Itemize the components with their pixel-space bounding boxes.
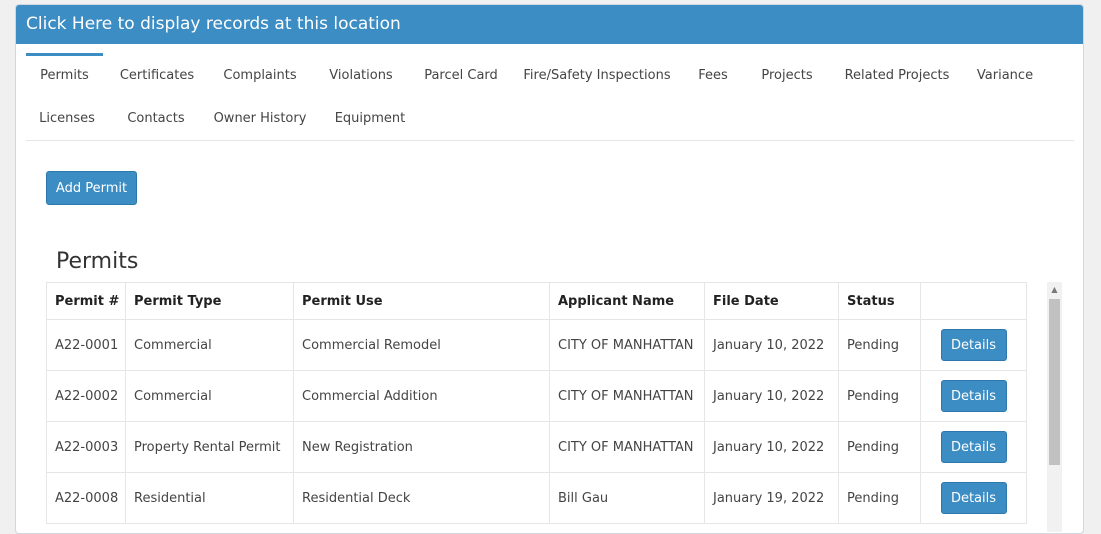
column-header-permit-number[interactable]: Permit # bbox=[46, 282, 126, 320]
details-button[interactable]: Details bbox=[940, 482, 1007, 514]
actions-cell: Details bbox=[920, 370, 1027, 422]
tab-complaints[interactable]: Complaints bbox=[218, 53, 302, 96]
table-scrollbar[interactable]: ▲ bbox=[1047, 282, 1062, 532]
tab-projects[interactable]: Projects bbox=[753, 53, 821, 96]
file-date-cell: January 10, 2022 bbox=[704, 319, 839, 371]
actions-cell: Details bbox=[920, 472, 1027, 524]
tab-related-projects[interactable]: Related Projects bbox=[839, 53, 955, 96]
file-date-cell: January 10, 2022 bbox=[704, 370, 839, 422]
tab-contacts[interactable]: Contacts bbox=[120, 96, 192, 139]
applicant-name-cell: CITY OF MANHATTAN bbox=[549, 421, 705, 473]
column-header-actions bbox=[920, 282, 1027, 320]
tab-licenses[interactable]: Licenses bbox=[26, 96, 108, 139]
details-button[interactable]: Details bbox=[940, 431, 1007, 463]
tab-equipment[interactable]: Equipment bbox=[329, 96, 411, 139]
table-row: A22-0001 Commercial Commercial Remodel C… bbox=[46, 319, 1027, 371]
tab-permits[interactable]: Permits bbox=[26, 53, 103, 96]
permits-section-title: Permits bbox=[56, 249, 139, 274]
details-button[interactable]: Details bbox=[940, 380, 1007, 412]
details-button[interactable]: Details bbox=[940, 329, 1007, 361]
tab-owner-history[interactable]: Owner History bbox=[210, 96, 310, 139]
tab-fire-safety-inspections[interactable]: Fire/Safety Inspections bbox=[521, 53, 673, 96]
table-row: A22-0002 Commercial Commercial Addition … bbox=[46, 370, 1027, 422]
location-records-panel: Click Here to display records at this lo… bbox=[15, 4, 1084, 534]
display-records-header-link[interactable]: Click Here to display records at this lo… bbox=[16, 5, 1083, 44]
actions-cell: Details bbox=[920, 319, 1027, 371]
table-row: A22-0003 Property Rental Permit New Regi… bbox=[46, 421, 1027, 473]
permits-table: Permit # Permit Type Permit Use Applican… bbox=[46, 282, 1027, 524]
triangle-up-icon[interactable]: ▲ bbox=[1047, 282, 1062, 298]
permit-number-cell: A22-0008 bbox=[46, 472, 126, 524]
tab-certificates[interactable]: Certificates bbox=[113, 53, 201, 96]
column-header-applicant-name[interactable]: Applicant Name bbox=[549, 282, 705, 320]
record-tabs: Permits Certificates Complaints Violatio… bbox=[26, 53, 1074, 141]
permit-type-cell: Commercial bbox=[125, 370, 294, 422]
tab-variance[interactable]: Variance bbox=[973, 53, 1037, 96]
status-cell: Pending bbox=[838, 421, 921, 473]
permit-type-cell: Property Rental Permit bbox=[125, 421, 294, 473]
column-header-status[interactable]: Status bbox=[838, 282, 921, 320]
status-cell: Pending bbox=[838, 370, 921, 422]
applicant-name-cell: CITY OF MANHATTAN bbox=[549, 319, 705, 371]
tab-violations[interactable]: Violations bbox=[321, 53, 401, 96]
column-header-permit-use[interactable]: Permit Use bbox=[293, 282, 550, 320]
permit-number-cell: A22-0002 bbox=[46, 370, 126, 422]
scrollbar-thumb[interactable] bbox=[1049, 299, 1060, 465]
applicant-name-cell: CITY OF MANHATTAN bbox=[549, 370, 705, 422]
permit-number-cell: A22-0003 bbox=[46, 421, 126, 473]
table-row: A22-0008 Residential Residential Deck Bi… bbox=[46, 472, 1027, 524]
status-cell: Pending bbox=[838, 472, 921, 524]
column-header-permit-type[interactable]: Permit Type bbox=[125, 282, 294, 320]
file-date-cell: January 19, 2022 bbox=[704, 472, 839, 524]
tab-fees[interactable]: Fees bbox=[691, 53, 735, 96]
column-header-file-date[interactable]: File Date bbox=[704, 282, 839, 320]
status-cell: Pending bbox=[838, 319, 921, 371]
tab-parcel-card[interactable]: Parcel Card bbox=[419, 53, 503, 96]
permit-use-cell: Commercial Remodel bbox=[293, 319, 550, 371]
table-header-row: Permit # Permit Type Permit Use Applican… bbox=[46, 282, 1027, 320]
permit-number-cell: A22-0001 bbox=[46, 319, 126, 371]
add-permit-button[interactable]: Add Permit bbox=[46, 171, 137, 205]
applicant-name-cell: Bill Gau bbox=[549, 472, 705, 524]
permit-use-cell: Residential Deck bbox=[293, 472, 550, 524]
permit-use-cell: New Registration bbox=[293, 421, 550, 473]
permit-type-cell: Commercial bbox=[125, 319, 294, 371]
file-date-cell: January 10, 2022 bbox=[704, 421, 839, 473]
permit-type-cell: Residential bbox=[125, 472, 294, 524]
actions-cell: Details bbox=[920, 421, 1027, 473]
permit-use-cell: Commercial Addition bbox=[293, 370, 550, 422]
